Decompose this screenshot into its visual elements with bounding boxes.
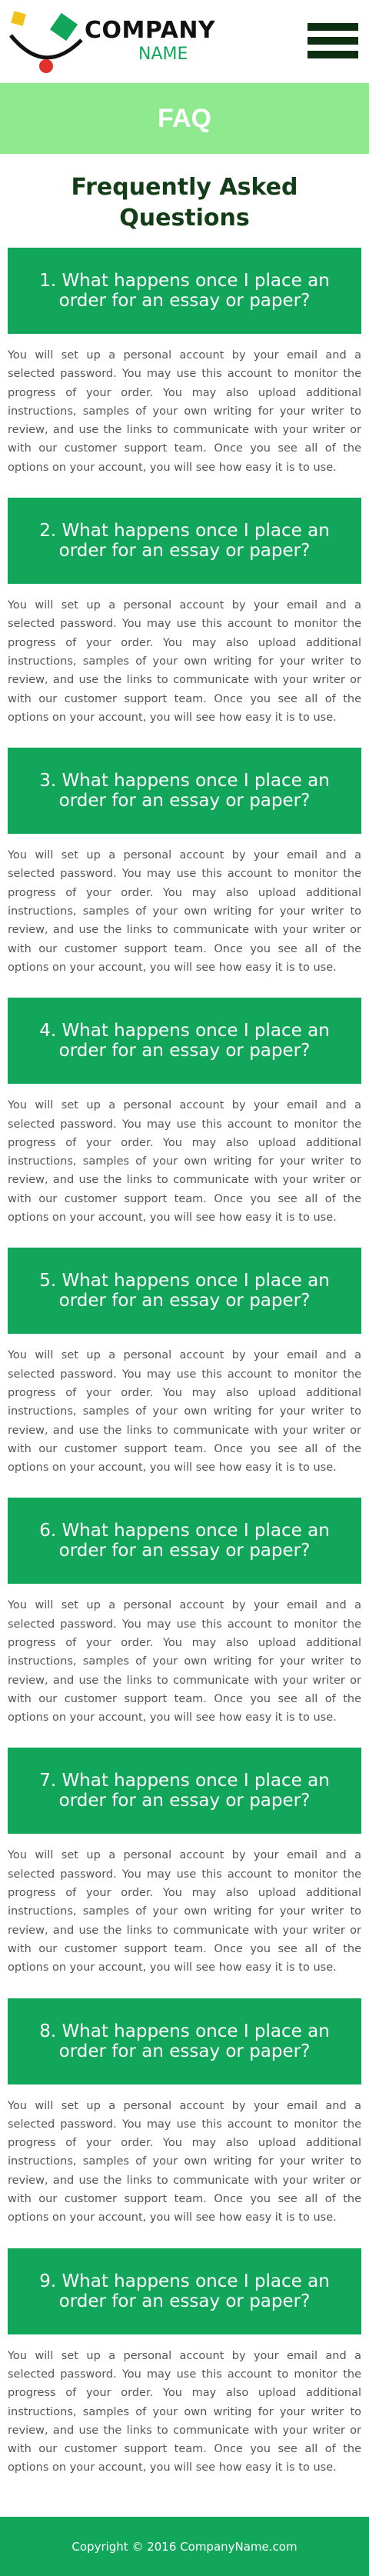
faq-item: 8. What happens once I place an order fo… [0, 1998, 369, 2248]
faq-answer: You will set up a personal account by yo… [8, 349, 361, 474]
faq-answer: You will set up a personal account by yo… [8, 1349, 361, 1475]
faq-question[interactable]: 5. What happens once I place an order fo… [8, 1248, 361, 1335]
hero-banner: FAQ [0, 83, 369, 154]
faq-answer: You will set up a personal account by yo… [8, 1599, 361, 1725]
logo-name-text: NAME [138, 45, 188, 64]
hamburger-line [308, 23, 358, 31]
faq-question[interactable]: 7. What happens once I place an order fo… [8, 1748, 361, 1835]
faq-item: 7. What happens once I place an order fo… [0, 1748, 369, 1998]
site-footer: Copyright © 2016 CompanyName.com [0, 2517, 369, 2576]
logo-company-text: COMPANY [85, 17, 216, 44]
copyright-text: Copyright © 2016 CompanyName.com [71, 2539, 298, 2554]
faq-question[interactable]: 9. What happens once I place an order fo… [8, 2248, 361, 2334]
section-title: Frequently Asked Questions [71, 174, 298, 232]
faq-answer: You will set up a personal account by yo… [8, 2099, 361, 2224]
faq-item: 2. What happens once I place an order fo… [0, 498, 369, 748]
faq-item: 5. What happens once I place an order fo… [0, 1248, 369, 1498]
logo-mark-icon [9, 11, 83, 73]
faq-item: 3. What happens once I place an order fo… [0, 748, 369, 998]
faq-answer: You will set up a personal account by yo… [8, 599, 361, 724]
faq-item: 4. What happens once I place an order fo… [0, 998, 369, 1248]
faq-question[interactable]: 2. What happens once I place an order fo… [8, 498, 361, 585]
faq-question[interactable]: 6. What happens once I place an order fo… [8, 1498, 361, 1585]
faq-question[interactable]: 1. What happens once I place an order fo… [8, 248, 361, 334]
faq-question[interactable]: 8. What happens once I place an order fo… [8, 1998, 361, 2084]
hamburger-icon[interactable] [308, 23, 358, 58]
site-header: COMPANY NAME [0, 0, 369, 83]
hamburger-line [308, 37, 358, 45]
faq-question[interactable]: 3. What happens once I place an order fo… [8, 748, 361, 835]
hamburger-line [308, 51, 358, 58]
faq-list: 1. What happens once I place an order fo… [0, 248, 369, 2498]
company-logo[interactable]: COMPANY NAME [8, 6, 215, 77]
faq-answer: You will set up a personal account by yo… [8, 2349, 361, 2474]
page-title: FAQ [158, 103, 211, 133]
faq-answer: You will set up a personal account by yo… [8, 1099, 361, 1225]
faq-answer: You will set up a personal account by yo… [8, 1849, 361, 1974]
faq-item: 9. What happens once I place an order fo… [0, 2248, 369, 2498]
faq-item: 1. What happens once I place an order fo… [0, 248, 369, 498]
faq-item: 6. What happens once I place an order fo… [0, 1498, 369, 1748]
faq-question[interactable]: 4. What happens once I place an order fo… [8, 998, 361, 1085]
faq-answer: You will set up a personal account by yo… [8, 849, 361, 974]
